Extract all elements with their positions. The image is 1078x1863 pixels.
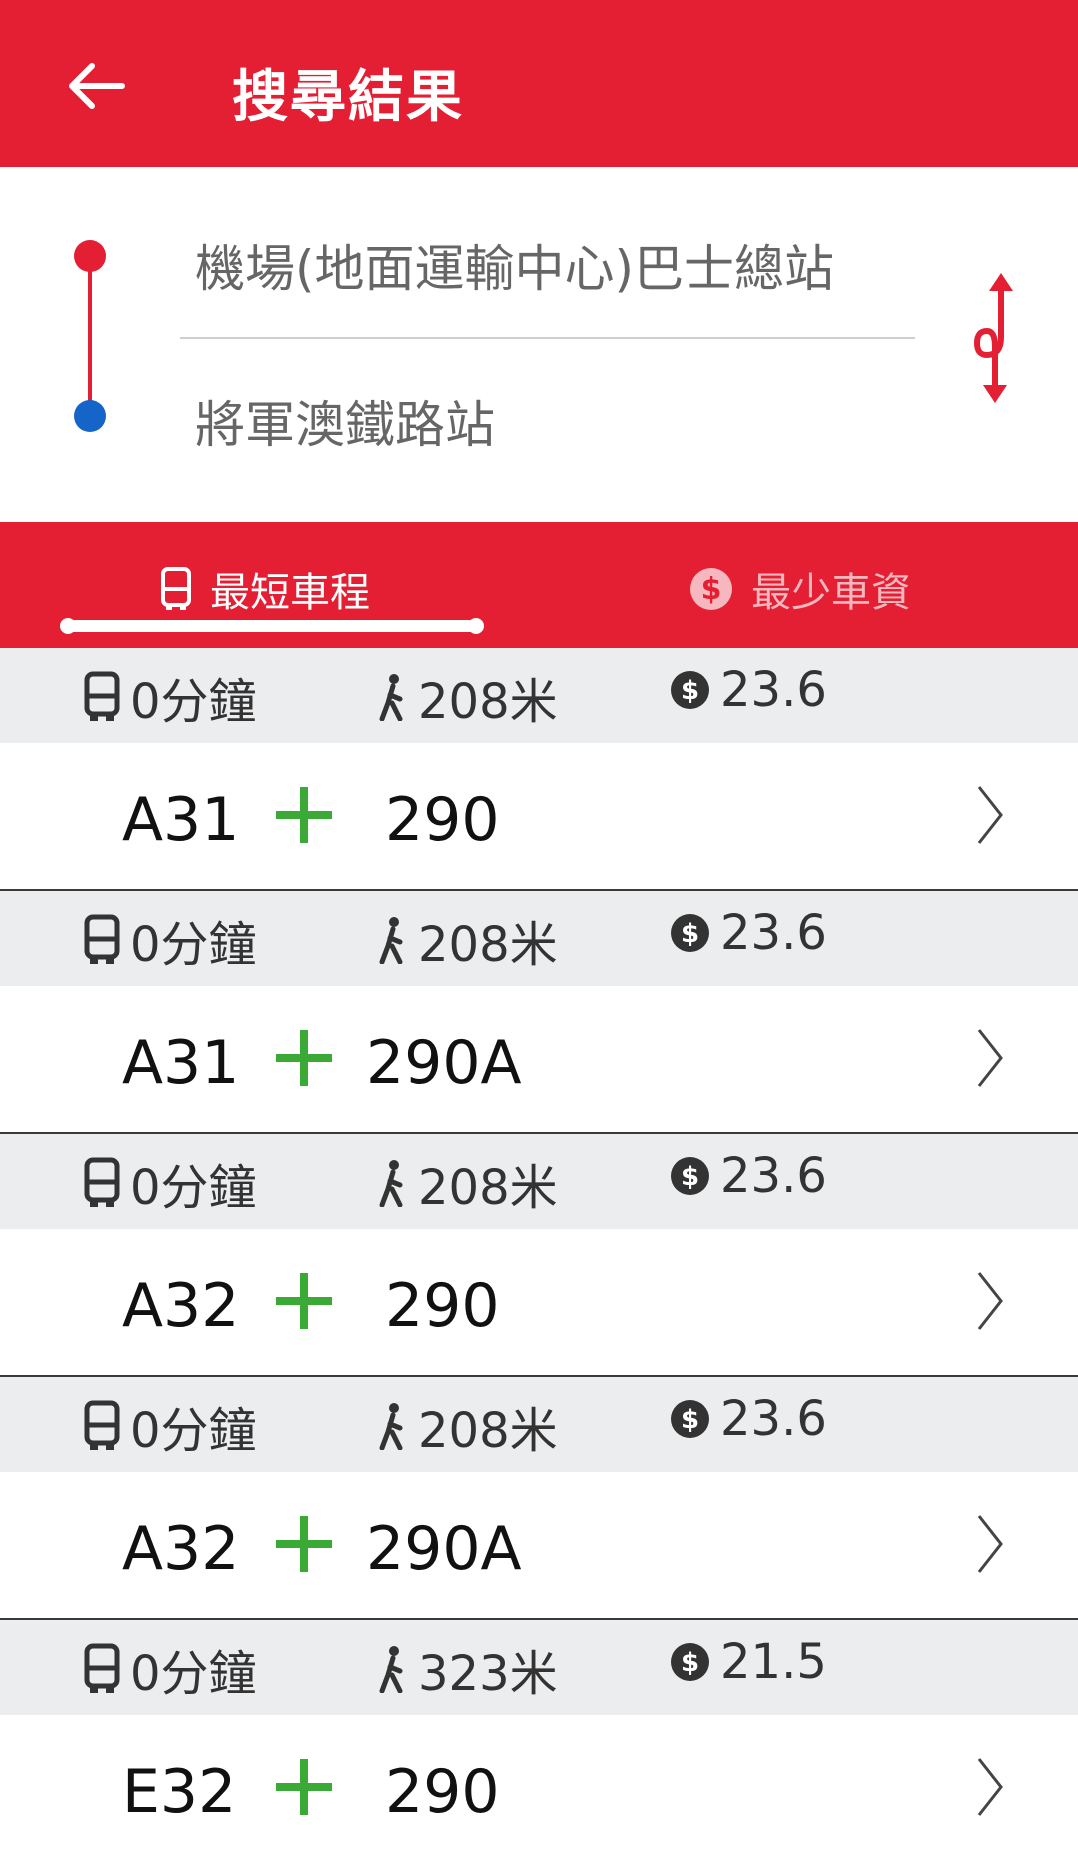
bus-icon: [84, 914, 120, 964]
tab-label: 最短車程: [210, 570, 370, 616]
dollar-circle-icon: $: [671, 671, 709, 709]
travel-time: 0分鐘: [84, 1148, 257, 1218]
walking-icon: [379, 1403, 403, 1450]
destination-marker-icon: [74, 400, 106, 432]
route-connector-line: [88, 257, 92, 419]
first-route: A31: [122, 1028, 240, 1098]
chevron-right-icon: [977, 1758, 1003, 1816]
fare: $ 23.6: [670, 1148, 827, 1204]
walk-distance: 208米: [378, 905, 558, 975]
dollar-circle-icon: $: [671, 914, 709, 952]
fare: $ 23.6: [670, 662, 827, 718]
dollar-circle-icon: $: [671, 1643, 709, 1681]
svg-text:$: $: [701, 572, 722, 607]
walking-icon: [379, 917, 403, 964]
svg-text:$: $: [681, 1405, 699, 1435]
route-combination: A32 290: [0, 1229, 1078, 1375]
result-summary: 0分鐘 208米 $ 23.6: [0, 648, 1078, 743]
fare: $ 21.5: [670, 1634, 827, 1690]
result-item[interactable]: 0分鐘 208米 $ 23.6 A32 290A: [0, 1377, 1078, 1620]
walk-distance: 323米: [378, 1634, 558, 1704]
bus-icon: [161, 567, 191, 610]
active-tab-indicator: [60, 618, 484, 634]
walking-icon: [379, 674, 403, 721]
dollar-circle-icon: $: [671, 1400, 709, 1438]
chevron-right-icon: [977, 1029, 1003, 1087]
walk-distance: 208米: [378, 1391, 558, 1461]
fare: $ 23.6: [670, 1391, 827, 1447]
bus-icon: [84, 1643, 120, 1693]
plus-icon: [276, 1273, 332, 1329]
field-divider: [180, 337, 915, 339]
route-combination: A31 290A: [0, 986, 1078, 1132]
destination-field[interactable]: 將軍澳鐵路站: [195, 385, 495, 457]
chevron-right-icon: [977, 1272, 1003, 1330]
page-title: 搜尋結果: [232, 65, 464, 130]
second-route: 290A: [366, 1514, 522, 1584]
second-route: 290: [385, 1757, 500, 1827]
first-route: A32: [122, 1514, 240, 1584]
result-item[interactable]: 0分鐘 208米 $ 23.6 A32 290: [0, 1134, 1078, 1377]
back-button[interactable]: [60, 50, 132, 122]
route-input-panel: 機場(地面運輸中心)巴士總站 將軍澳鐵路站: [0, 167, 1078, 522]
second-route: 290A: [366, 1028, 522, 1098]
bus-icon: [84, 1157, 120, 1207]
results-list: 0分鐘 208米 $ 23.6 A31 290 0分鐘 208米 $ 23.6 …: [0, 648, 1078, 1863]
result-summary: 0分鐘 323米 $ 21.5: [0, 1620, 1078, 1715]
second-route: 290: [385, 785, 500, 855]
travel-time: 0分鐘: [84, 905, 257, 975]
travel-time: 0分鐘: [84, 1391, 257, 1461]
result-item[interactable]: 0分鐘 323米 $ 21.5 E32 290: [0, 1620, 1078, 1863]
bus-icon: [84, 671, 120, 721]
walking-icon: [379, 1646, 403, 1693]
svg-text:$: $: [681, 919, 699, 949]
origin-marker-icon: [74, 240, 106, 272]
route-combination: A31 290: [0, 743, 1078, 889]
result-summary: 0分鐘 208米 $ 23.6: [0, 1134, 1078, 1229]
dollar-circle-icon: $: [690, 568, 732, 610]
origin-field[interactable]: 機場(地面運輸中心)巴士總站: [195, 229, 834, 301]
result-item[interactable]: 0分鐘 208米 $ 23.6 A31 290A: [0, 891, 1078, 1134]
fare: $ 23.6: [670, 905, 827, 961]
sort-tabs: 最短車程 $ 最少車資: [0, 522, 1078, 648]
app-bar: 搜尋結果: [0, 0, 1078, 167]
tab-lowest-fare[interactable]: $ 最少車資: [539, 522, 1078, 648]
swap-vertical-icon[interactable]: [955, 267, 1035, 407]
walk-distance: 208米: [378, 1148, 558, 1218]
first-route: A32: [122, 1271, 240, 1341]
plus-icon: [276, 1516, 332, 1572]
route-combination: E32 290: [0, 1715, 1078, 1861]
svg-text:$: $: [681, 1648, 699, 1678]
dollar-circle-icon: $: [671, 1157, 709, 1195]
travel-time: 0分鐘: [84, 1634, 257, 1704]
first-route: E32: [122, 1757, 237, 1827]
result-summary: 0分鐘 208米 $ 23.6: [0, 891, 1078, 986]
result-summary: 0分鐘 208米 $ 23.6: [0, 1377, 1078, 1472]
result-item[interactable]: 0分鐘 208米 $ 23.6 A31 290: [0, 648, 1078, 891]
tab-shortest-journey[interactable]: 最短車程: [0, 522, 539, 648]
walk-distance: 208米: [378, 662, 558, 732]
walking-icon: [379, 1160, 403, 1207]
bus-icon: [84, 1400, 120, 1450]
plus-icon: [276, 1759, 332, 1815]
travel-time: 0分鐘: [84, 662, 257, 732]
arrow-left-icon: [69, 63, 125, 109]
second-route: 290: [385, 1271, 500, 1341]
plus-icon: [276, 787, 332, 843]
route-combination: A32 290A: [0, 1472, 1078, 1618]
chevron-right-icon: [977, 786, 1003, 844]
tab-label: 最少車資: [751, 570, 911, 616]
svg-text:$: $: [681, 676, 699, 706]
plus-icon: [276, 1030, 332, 1086]
chevron-right-icon: [977, 1515, 1003, 1573]
svg-text:$: $: [681, 1162, 699, 1192]
first-route: A31: [122, 785, 240, 855]
